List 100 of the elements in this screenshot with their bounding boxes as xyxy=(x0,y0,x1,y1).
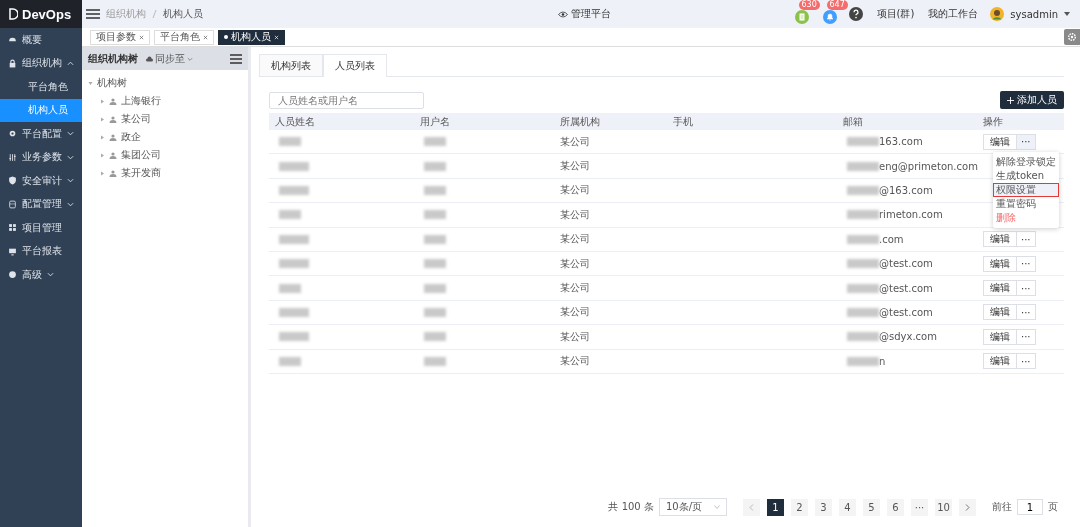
page-tag[interactable]: 机构人员 xyxy=(218,29,285,45)
sidebar-item[interactable]: 配置管理 xyxy=(0,192,82,216)
blurred-text xyxy=(424,185,446,195)
search-field[interactable]: 人员姓名或用户名 xyxy=(269,91,424,109)
table-cell: @test.com xyxy=(879,258,933,270)
tree-node[interactable]: 上海银行 xyxy=(121,94,161,108)
avatar-icon[interactable] xyxy=(990,7,1005,21)
settings-button[interactable] xyxy=(1064,29,1080,45)
count-badge: 630 xyxy=(798,0,820,10)
page-button[interactable]: 3 xyxy=(815,498,832,516)
column-header: 人员姓名 xyxy=(274,114,315,129)
page-tag[interactable]: 平台角色 xyxy=(154,29,214,45)
blurred-text xyxy=(847,185,879,195)
expand-arrow-icon[interactable] xyxy=(100,116,105,122)
edit-button[interactable]: 编辑 xyxy=(983,353,1017,370)
table-cell: eng@primeton.com xyxy=(879,160,978,172)
page-button[interactable]: 10 xyxy=(935,498,952,516)
previous-page-button[interactable] xyxy=(743,498,760,516)
menu-icon[interactable] xyxy=(86,9,100,19)
edit-button[interactable]: 编辑 xyxy=(983,280,1017,297)
tree-node[interactable]: 政企 xyxy=(121,130,141,144)
more-button[interactable]: ··· xyxy=(1017,328,1036,345)
sidebar-item[interactable]: 概要 xyxy=(0,28,82,52)
sidebar-item[interactable]: 平台配置 xyxy=(0,122,82,146)
settings-icon xyxy=(1067,32,1077,42)
sidebar-item[interactable]: 业务参数 xyxy=(0,145,82,169)
sidebar-item[interactable]: 高级 xyxy=(0,263,82,287)
close-icon[interactable] xyxy=(203,34,208,40)
header-link[interactable]: 项目(群) xyxy=(876,7,915,21)
page-button[interactable]: ··· xyxy=(911,498,928,516)
document-button[interactable] xyxy=(794,10,809,24)
sidebar-item[interactable]: 平台报表 xyxy=(0,239,82,263)
bell-button[interactable] xyxy=(822,10,837,24)
tree-node[interactable]: 机构树 xyxy=(97,76,127,90)
edit-button[interactable]: 编辑 xyxy=(983,255,1017,272)
menu-item[interactable]: 解除登录锁定 xyxy=(993,155,1059,169)
page-size-select[interactable]: 10条/页 xyxy=(658,498,727,516)
menu-icon[interactable] xyxy=(230,53,242,64)
menu-item[interactable]: 重置密码 xyxy=(993,197,1059,211)
add-person-button[interactable]: 添加人员 xyxy=(1000,91,1064,109)
more-button[interactable]: ··· xyxy=(1017,304,1036,321)
sidebar-item[interactable]: 安全审计 xyxy=(0,169,82,193)
tree-node[interactable]: 某开发商 xyxy=(121,166,161,180)
column-header: 邮箱 xyxy=(842,114,863,129)
page-button[interactable]: 6 xyxy=(887,498,904,516)
header-link[interactable]: 我的工作台 xyxy=(928,7,979,21)
blurred-text xyxy=(847,332,879,342)
edit-button[interactable]: 编辑 xyxy=(983,304,1017,321)
page-button[interactable]: 1 xyxy=(767,498,784,516)
total-count: 共 100 条 xyxy=(608,500,654,514)
menu-item[interactable]: 权限设置 xyxy=(993,183,1059,197)
tab[interactable]: 机构列表 xyxy=(259,54,323,76)
edit-button[interactable]: 编辑 xyxy=(983,231,1017,248)
blurred-text xyxy=(279,356,301,366)
page-button[interactable]: 2 xyxy=(791,498,808,516)
page-number-field[interactable]: 1 xyxy=(1017,499,1043,515)
help-icon[interactable] xyxy=(848,7,863,21)
chevron-icon xyxy=(714,505,720,509)
blurred-text xyxy=(424,259,446,269)
person-icon xyxy=(109,115,117,123)
expand-arrow-icon[interactable] xyxy=(88,80,93,86)
expand-arrow-icon[interactable] xyxy=(100,152,105,158)
more-button[interactable]: ··· xyxy=(1017,280,1036,297)
edit-button[interactable]: 编辑 xyxy=(983,133,1017,150)
expand-arrow-icon[interactable] xyxy=(100,134,105,140)
more-button[interactable]: ··· xyxy=(1017,255,1036,272)
table-cell: @test.com xyxy=(879,282,933,294)
separator-icon xyxy=(152,9,157,19)
blurred-text xyxy=(847,234,879,244)
close-icon[interactable] xyxy=(139,34,144,40)
more-button[interactable]: ··· xyxy=(1017,231,1036,248)
more-button[interactable]: ··· xyxy=(1017,353,1036,370)
sidebar-item[interactable]: 项目管理 xyxy=(0,216,82,240)
table-cell-text: 某公司 xyxy=(559,207,590,222)
column-header: 手机 xyxy=(672,114,693,129)
more-button[interactable]: ··· xyxy=(1017,133,1036,150)
document-icon xyxy=(797,13,806,21)
caret-icon[interactable] xyxy=(1064,12,1070,16)
page-tag[interactable]: 项目参数 xyxy=(90,29,150,45)
sidebar-item[interactable]: 组织机构 xyxy=(0,51,82,75)
next-page-button[interactable] xyxy=(959,498,976,516)
blurred-text xyxy=(279,332,309,342)
table-cell: @test.com xyxy=(879,306,933,318)
goto-label: 前往 xyxy=(992,500,1012,514)
blurred-text xyxy=(847,161,879,171)
count-badge: 647 xyxy=(826,0,848,10)
sync-dropdown[interactable]: 同步至 xyxy=(146,51,193,66)
tree-node[interactable]: 某公司 xyxy=(121,112,151,126)
sidebar-subitem[interactable]: 平台角色 xyxy=(0,75,82,99)
expand-arrow-icon[interactable] xyxy=(100,170,105,176)
menu-item[interactable]: 生成token xyxy=(993,169,1059,183)
page-button[interactable]: 5 xyxy=(863,498,880,516)
username[interactable]: sysadmin xyxy=(1010,8,1058,20)
page-button[interactable]: 4 xyxy=(839,498,856,516)
expand-arrow-icon[interactable] xyxy=(100,98,105,104)
table-cell-text: 某公司 xyxy=(559,183,590,198)
tree-node[interactable]: 集团公司 xyxy=(121,148,161,162)
column-header: 用户名 xyxy=(419,114,450,129)
edit-button[interactable]: 编辑 xyxy=(983,328,1017,345)
tab[interactable]: 人员列表 xyxy=(323,54,387,77)
